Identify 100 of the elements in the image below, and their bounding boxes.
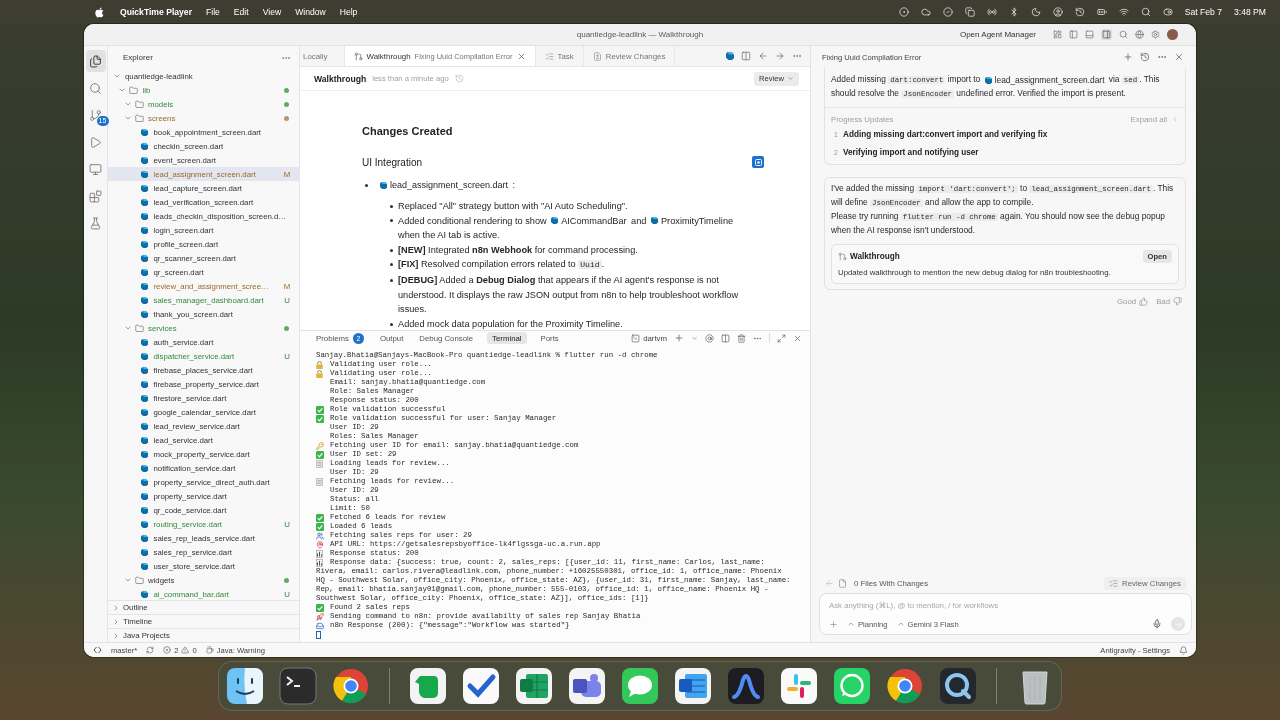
panel-right-toggle[interactable]: [1101, 29, 1112, 40]
globe-icon[interactable]: [1135, 30, 1144, 39]
search-icon: [89, 81, 102, 95]
terminal-app-icon[interactable]: [278, 666, 318, 706]
close-icon[interactable]: [793, 333, 802, 343]
panel-left-icon[interactable]: [1069, 30, 1078, 39]
bell-icon[interactable]: [1179, 645, 1188, 655]
file-diff-icon: [592, 51, 602, 61]
split-terminal-icon[interactable]: [721, 333, 730, 343]
sync-icon[interactable]: [146, 646, 155, 654]
inbox-icon: [316, 621, 324, 630]
user-icon[interactable]: [1052, 7, 1063, 17]
cloud-icon[interactable]: [920, 7, 931, 17]
text-cursor-icon: [316, 630, 321, 639]
search-icon[interactable]: [1119, 30, 1128, 39]
toggle-icon[interactable]: [1162, 7, 1173, 17]
document-app-icon[interactable]: [673, 666, 713, 706]
magnifier-app-icon[interactable]: [938, 666, 978, 706]
folder-icon: [134, 99, 144, 109]
file-type-icon: [141, 142, 148, 150]
document-title: Walkthrough: [314, 73, 367, 84]
bluetooth-icon[interactable]: [1008, 7, 1019, 17]
bullet-icon: [389, 278, 393, 282]
file-type-icon: [726, 52, 734, 60]
file-type-icon: [141, 268, 148, 276]
forward-arrow-icon[interactable]: [775, 51, 785, 61]
file-link[interactable]: lead_assignment_screen.dart: [982, 74, 1107, 87]
document-icon: [838, 578, 847, 588]
arch-app-icon[interactable]: [726, 666, 766, 706]
thumbs-down-icon: [1173, 297, 1182, 306]
comment-button[interactable]: [752, 156, 764, 168]
speech-bubble-app-icon[interactable]: [620, 666, 660, 706]
bullet-icon: [364, 184, 368, 187]
settings-icon[interactable]: [1151, 30, 1160, 39]
file-link[interactable]: ProximityTimeline: [649, 213, 736, 229]
error-icon: [163, 646, 172, 654]
wifi-icon[interactable]: [1118, 7, 1129, 17]
caret-icon[interactable]: [691, 334, 698, 342]
record-icon[interactable]: [898, 7, 909, 17]
microphone-icon[interactable]: [1152, 619, 1162, 629]
list-item-text: Replaced "All" strategy button with "AI Auto Scheduling".: [398, 200, 628, 213]
flask-icon: [89, 216, 102, 230]
rocket-icon: [316, 612, 324, 621]
spreadsheet-app-icon[interactable]: [514, 666, 554, 706]
clock-arrow-icon[interactable]: [1074, 7, 1085, 17]
moon-icon[interactable]: [1030, 7, 1041, 17]
menu-bar-clock[interactable]: 3:48 PM: [1234, 7, 1266, 17]
activity-tab[interactable]: [85, 50, 106, 72]
two-squares-icon[interactable]: [964, 7, 975, 17]
file-type-icon: [141, 534, 148, 542]
panel-bottom-icon[interactable]: [1085, 30, 1094, 39]
layout-icon[interactable]: [1053, 30, 1062, 39]
menu-item[interactable]: Help: [339, 7, 358, 17]
maximize-icon[interactable]: [777, 333, 786, 343]
menu-bar-date[interactable]: Sat Feb 7: [1184, 7, 1222, 17]
plus-icon[interactable]: [1123, 52, 1133, 62]
angle-brackets-icon[interactable]: [93, 646, 102, 654]
smiling-face-app-icon[interactable]: [225, 666, 265, 706]
history-icon[interactable]: [1140, 52, 1150, 62]
open-agent-manager-button[interactable]: Open Agent Manager: [959, 30, 1046, 39]
caret-icon: [896, 620, 905, 628]
file-type-icon: [141, 520, 148, 528]
blob-app-icon[interactable]: [408, 666, 448, 706]
browser-app-icon[interactable]: [885, 666, 925, 706]
back-arrow-icon[interactable]: [758, 51, 768, 61]
hash-app-icon[interactable]: [779, 666, 819, 706]
people-app-icon[interactable]: [567, 666, 607, 706]
file-type-icon: [551, 217, 559, 225]
at-sign-icon[interactable]: [705, 333, 714, 343]
menu-item[interactable]: File: [206, 7, 220, 17]
split-editor-icon[interactable]: [741, 51, 751, 61]
avatar-icon[interactable]: [1167, 29, 1178, 40]
file-link[interactable]: lead_assignment_screen.dart: [378, 178, 511, 193]
key-icon: [316, 441, 324, 450]
menu-item[interactable]: View: [262, 7, 282, 17]
close-icon: [516, 51, 526, 61]
checklist-icon: [1109, 578, 1119, 588]
chat-app-icon[interactable]: [832, 666, 872, 706]
check-circle-icon[interactable]: [942, 7, 953, 17]
plus-icon[interactable]: [829, 619, 838, 629]
menu-item[interactable]: Window: [295, 7, 326, 17]
file-type-icon: [141, 450, 148, 458]
apple-icon[interactable]: [95, 6, 104, 18]
menu-item[interactable]: Edit: [233, 7, 249, 17]
file-link[interactable]: AICommandBar: [549, 213, 629, 229]
plus-icon[interactable]: [674, 333, 684, 343]
app-menu[interactable]: QuickTime Player: [120, 7, 192, 17]
close-icon[interactable]: [1174, 52, 1184, 62]
checkmark-app-icon[interactable]: [461, 666, 501, 706]
trash-icon[interactable]: [737, 333, 746, 343]
file-type-icon: [141, 310, 148, 318]
pull-request-icon: [838, 251, 847, 261]
file-type-icon: [141, 590, 148, 598]
file-type-icon: [141, 240, 148, 248]
search-icon[interactable]: [1140, 7, 1151, 17]
monitor-icon: [89, 162, 102, 176]
broadcast-icon[interactable]: [986, 7, 997, 17]
browser-app-icon[interactable]: [331, 666, 371, 706]
battery-icon[interactable]: [1096, 7, 1107, 17]
file-type-icon: [651, 217, 658, 225]
